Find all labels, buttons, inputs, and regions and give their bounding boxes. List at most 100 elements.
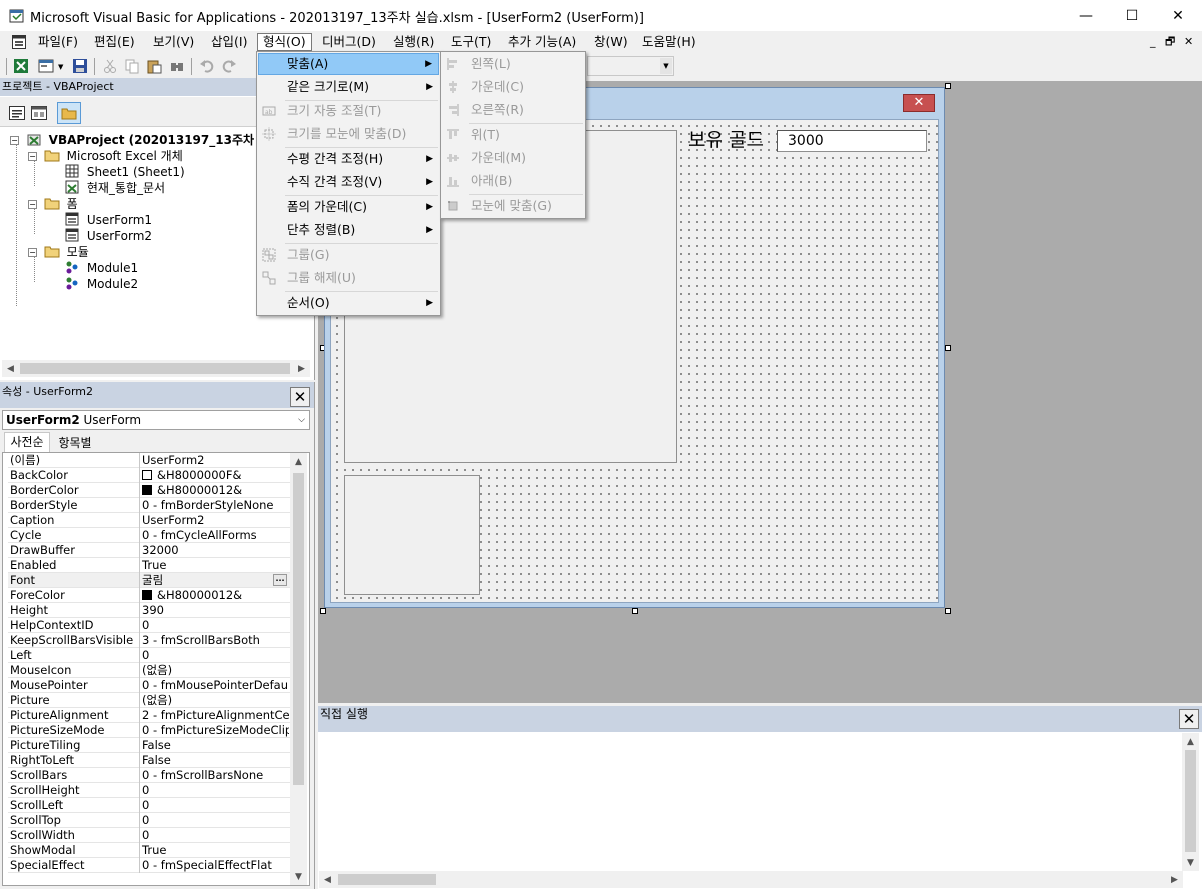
scroll-left-icon[interactable]: ◀ (319, 871, 336, 888)
property-value[interactable]: 390 (139, 603, 289, 618)
menu-view[interactable]: 보기(V) (148, 33, 199, 51)
tab-categorized[interactable]: 항목별 (52, 434, 98, 452)
property-row[interactable]: Picture (없음) (8, 693, 290, 708)
property-value[interactable]: 0 - fmMousePointerDefault (139, 678, 289, 693)
form-close-button[interactable]: ✕ (903, 94, 935, 112)
tree-item-forms[interactable]: − 폼 (28, 196, 78, 212)
scroll-right-icon[interactable]: ▶ (293, 360, 310, 377)
collapse-icon[interactable]: − (28, 200, 37, 209)
property-row[interactable]: KeepScrollBarsVisible 3 - fmScrollBarsBot… (8, 633, 290, 648)
property-row[interactable]: PictureSizeMode 0 - fmPictureSizeModeClip (8, 723, 290, 738)
menu-run[interactable]: 실행(R) (388, 33, 439, 51)
menu-item-align-right[interactable]: 오른쪽(R) (442, 99, 584, 121)
immediate-vscrollbar[interactable]: ▲ ▼ (1182, 733, 1199, 871)
scroll-down-icon[interactable]: ▼ (1182, 854, 1199, 871)
property-row[interactable]: Height 390 (8, 603, 290, 618)
property-value[interactable]: (없음) (139, 663, 289, 678)
property-row[interactable]: ScrollTop 0 (8, 813, 290, 828)
maximize-button[interactable]: ☐ (1109, 0, 1155, 31)
property-value[interactable]: 0 (139, 618, 289, 633)
properties-vscrollbar[interactable]: ▲ ▼ (290, 453, 307, 885)
property-row[interactable]: ScrollLeft 0 (8, 798, 290, 813)
property-value[interactable]: 32000 (139, 543, 289, 558)
menu-addins[interactable]: 추가 기능(A) (503, 33, 581, 51)
mdi-restore-button[interactable]: 🗗 (1160, 33, 1180, 51)
chevron-down-icon[interactable]: ⌵ (298, 411, 305, 429)
excel-icon[interactable] (13, 58, 29, 74)
property-row[interactable]: PictureTiling False (8, 738, 290, 753)
property-value[interactable]: 굴림... (139, 573, 289, 588)
property-value[interactable]: 0 (139, 798, 289, 813)
property-value[interactable]: UserForm2 (139, 513, 289, 528)
scroll-down-icon[interactable]: ▼ (290, 868, 307, 885)
tree-item-thisworkbook[interactable]: 현재_통합_문서 (64, 180, 165, 196)
menu-help[interactable]: 도움말(H) (637, 33, 701, 51)
menu-debug[interactable]: 디버그(D) (317, 33, 381, 51)
property-value[interactable]: True (139, 558, 289, 573)
property-row[interactable]: ScrollWidth 0 (8, 828, 290, 843)
property-value[interactable]: &H8000000F& (139, 468, 289, 483)
menu-item-arrange-buttons[interactable]: 단추 정렬(B) ▶ (258, 219, 439, 241)
menu-edit[interactable]: 편집(E) (89, 33, 140, 51)
property-value[interactable]: 0 - fmScrollBarsNone (139, 768, 289, 783)
property-value[interactable]: 0 (139, 648, 289, 663)
gold-textbox[interactable]: 3000 (777, 130, 927, 152)
property-value[interactable]: 0 - fmCycleAllForms (139, 528, 289, 543)
menu-item-align-left[interactable]: 왼쪽(L) (442, 53, 584, 75)
menu-item-make-same-size[interactable]: 같은 크기로(M) ▶ (258, 76, 439, 98)
find-icon[interactable] (169, 58, 185, 74)
property-row[interactable]: Font 굴림... (8, 573, 290, 588)
property-row[interactable]: MousePointer 0 - fmMousePointerDefault (8, 678, 290, 693)
mdi-minimize-button[interactable]: _ (1145, 33, 1161, 51)
scroll-thumb[interactable] (293, 473, 304, 785)
gold-label[interactable]: 보유 골드 (688, 128, 764, 152)
menu-item-size-to-fit[interactable]: ab 크기 자동 조절(T) (258, 100, 439, 122)
frame-control[interactable] (344, 475, 480, 595)
property-value[interactable]: 0 - fmBorderStyleNone (139, 498, 289, 513)
menu-insert[interactable]: 삽입(I) (206, 33, 252, 51)
property-row[interactable]: (이름) UserForm2 (8, 453, 290, 468)
property-row[interactable]: MouseIcon (없음) (8, 663, 290, 678)
immediate-close-button[interactable]: ✕ (1179, 709, 1199, 729)
menu-item-horizontal-spacing[interactable]: 수평 간격 조정(H) ▶ (258, 148, 439, 170)
scroll-thumb[interactable] (1185, 750, 1196, 852)
property-value[interactable]: 0 (139, 813, 289, 828)
project-hscrollbar[interactable]: ◀ ▶ (2, 360, 310, 377)
immediate-hscrollbar[interactable]: ◀ ▶ (319, 871, 1183, 888)
undo-icon[interactable] (199, 58, 215, 74)
copy-icon[interactable] (124, 58, 140, 74)
tree-item-userform1[interactable]: UserForm1 (64, 212, 152, 228)
menu-item-align-top[interactable]: 위(T) (442, 124, 584, 146)
toggle-folders-button[interactable] (57, 102, 81, 124)
tree-item-vbaproject[interactable]: − VBAProject (202013197_13주차 실 (10, 132, 269, 148)
view-code-icon[interactable] (9, 106, 25, 120)
menu-item-align[interactable]: 맞춤(A) ▶ (258, 53, 439, 75)
paste-icon[interactable] (146, 58, 162, 74)
menu-file[interactable]: 파일(F) (33, 33, 83, 51)
menu-item-vertical-spacing[interactable]: 수직 간격 조정(V) ▶ (258, 171, 439, 193)
property-row[interactable]: ScrollHeight 0 (8, 783, 290, 798)
collapse-icon[interactable]: − (10, 136, 19, 145)
property-value[interactable]: 0 - fmPictureSizeModeClip (139, 723, 289, 738)
property-row[interactable]: DrawBuffer 32000 (8, 543, 290, 558)
property-value[interactable]: (없음) (139, 693, 289, 708)
scroll-right-icon[interactable]: ▶ (1166, 871, 1183, 888)
ellipsis-button[interactable]: ... (273, 574, 287, 586)
menu-tools[interactable]: 도구(T) (446, 33, 496, 51)
property-value[interactable]: 0 (139, 783, 289, 798)
property-row[interactable]: HelpContextID 0 (8, 618, 290, 633)
property-value[interactable]: 2 - fmPictureAlignmentCenter (139, 708, 289, 723)
property-row[interactable]: ScrollBars 0 - fmScrollBarsNone (8, 768, 290, 783)
menu-item-align-bottom[interactable]: 아래(B) (442, 170, 584, 192)
tab-alphabetic[interactable]: 사전순 (4, 432, 50, 452)
object-selector[interactable]: UserForm2 UserForm ⌵ (2, 410, 310, 430)
redo-icon[interactable] (221, 58, 237, 74)
property-value[interactable]: 0 (139, 828, 289, 843)
properties-close-button[interactable]: ✕ (290, 387, 310, 407)
tree-item-sheet1[interactable]: Sheet1 (Sheet1) (64, 164, 185, 180)
tree-item-module1[interactable]: Module1 (64, 260, 138, 276)
tree-item-userform2[interactable]: UserForm2 (64, 228, 152, 244)
view-object-icon[interactable] (31, 106, 47, 120)
scroll-thumb[interactable] (20, 363, 290, 374)
menu-item-align-middle[interactable]: 가운데(M) (442, 147, 584, 169)
